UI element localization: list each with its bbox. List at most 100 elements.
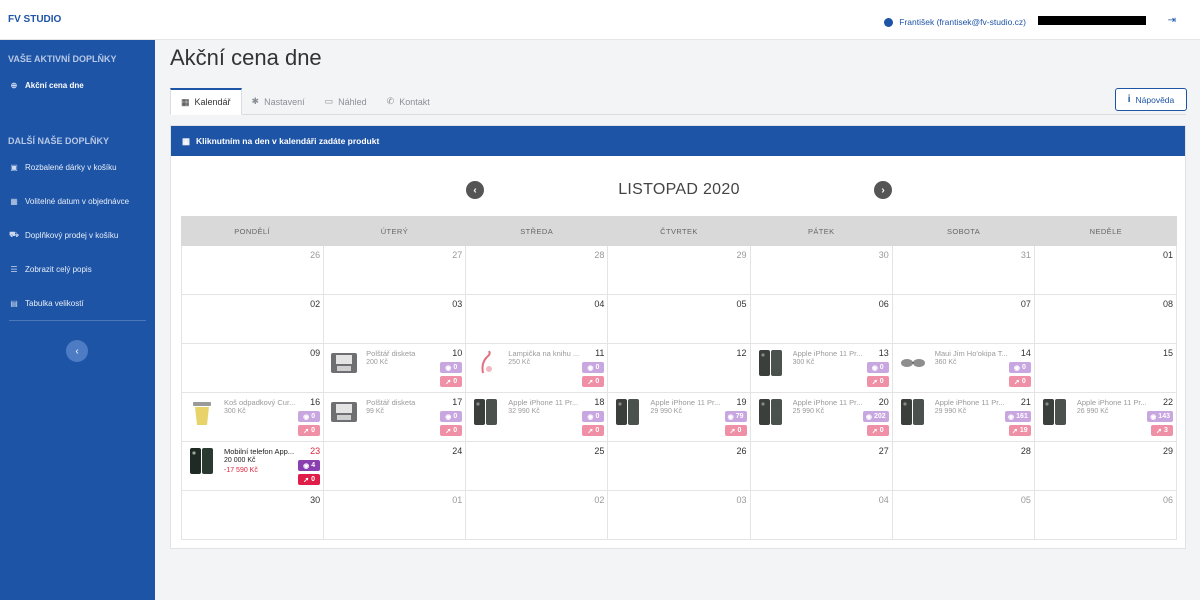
- clicks-badge: ➚ 0: [1008, 376, 1031, 387]
- product-price: 32 990 Kč: [508, 408, 540, 415]
- calendar-day-with-product[interactable]: 11 Lampička na knihu ... 250 Kč ◉ 0 ➚ 0: [466, 344, 609, 393]
- calendar-day-with-product[interactable]: 14 Maui Jim Ho'okipa T... 360 Kč ◉ 0 ➚ 0: [892, 344, 1035, 393]
- calendar-day[interactable]: 06: [750, 295, 893, 344]
- logout-icon[interactable]: ⇥: [1168, 15, 1176, 26]
- calendar-day[interactable]: 24: [324, 442, 467, 491]
- calendar-day[interactable]: 08: [1034, 295, 1177, 344]
- tab-kontakt[interactable]: ✆ Kontakt: [377, 88, 440, 115]
- calendar-day[interactable]: 29: [1034, 442, 1177, 491]
- day-number: 15: [1162, 348, 1173, 358]
- calendar-day-with-product[interactable]: 19 Apple iPhone 11 Pr... 29 990 Kč ◉ 79 ➚ 0: [608, 393, 751, 442]
- sidebar-item-date[interactable]: ▦ Volitelné datum v objednávce: [0, 184, 155, 218]
- views-count: 0: [595, 413, 600, 420]
- day-number: 01: [1162, 250, 1173, 260]
- next-month-button[interactable]: ›: [874, 181, 892, 199]
- views-badge: ◉ 4: [298, 460, 321, 471]
- product-thumbnail: [188, 398, 216, 426]
- day-number: 07: [1020, 299, 1031, 309]
- sidebar-collapse-button[interactable]: ‹: [66, 340, 88, 362]
- pointer-icon: ➚: [1012, 427, 1018, 435]
- calendar-day[interactable]: 30: [182, 491, 325, 540]
- calendar-day[interactable]: 01: [1034, 246, 1177, 295]
- product-thumbnail: [1041, 398, 1069, 426]
- eye-icon: ◉: [865, 413, 873, 421]
- calendar-day[interactable]: 27: [324, 246, 467, 295]
- tab-nastaveni[interactable]: ✱ Nastavení: [242, 88, 315, 115]
- pointer-icon: ➚: [1156, 427, 1162, 435]
- product-name: Apple iPhone 11 Pr...: [934, 398, 1005, 407]
- sidebar-item-description[interactable]: ☰ Zobrazit celý popis: [0, 252, 155, 286]
- calendar-day[interactable]: 28: [466, 246, 609, 295]
- user-menu[interactable]: František (frantisek@fv-studio.cz): [884, 17, 1026, 27]
- day-number: 29: [1162, 446, 1173, 456]
- calendar-day[interactable]: 12: [608, 344, 751, 393]
- sidebar-item-upsell[interactable]: ⛟ Doplňkový prodej v košíku: [0, 218, 155, 252]
- more-addons-heading: DALŠÍ NAŠE DOPLŇKY: [8, 136, 110, 146]
- product-price: 26 990 Kč: [1076, 408, 1109, 415]
- tab-nahled[interactable]: ▭ Náhled: [315, 88, 377, 115]
- product-price: 29 990 Kč: [934, 408, 967, 415]
- calendar-day[interactable]: 26: [608, 442, 751, 491]
- active-addons-heading: VAŠE AKTIVNÍ DOPLŇKY: [8, 54, 117, 64]
- calendar-day-with-product[interactable]: 10 Polštář disketa 200 Kč ◉ 0 ➚ 0: [324, 344, 467, 393]
- calendar-day[interactable]: 01: [324, 491, 467, 540]
- views-count: 79: [735, 413, 744, 420]
- calendar-day[interactable]: 03: [324, 295, 467, 344]
- calendar-day[interactable]: 26: [182, 246, 325, 295]
- calendar-day[interactable]: 28: [892, 442, 1035, 491]
- brand-logo[interactable]: FV STUDIO: [0, 0, 155, 40]
- calendar-day-with-product[interactable]: 17 Polštář disketa 99 Kč ◉ 0 ➚ 0: [324, 393, 467, 442]
- calendar-day[interactable]: 06: [1034, 491, 1177, 540]
- calendar-day-with-product[interactable]: 18 Apple iPhone 11 Pr... 32 990 Kč ◉ 0 ➚ 0: [466, 393, 609, 442]
- clicks-badge: ➚ 19: [1008, 425, 1031, 436]
- calendar-day-with-product[interactable]: 20 Apple iPhone 11 Pr... 25 990 Kč ◉ 202 ➚ 0: [750, 393, 893, 442]
- calendar-day[interactable]: 09: [182, 344, 325, 393]
- page-title: Akční cena dne: [170, 45, 322, 70]
- sidebar-item-label: Doplňkový prodej v košíku: [25, 230, 119, 240]
- calendar-day[interactable]: 07: [892, 295, 1035, 344]
- calendar-day[interactable]: 30: [750, 246, 893, 295]
- calendar-day[interactable]: 29: [608, 246, 751, 295]
- day-number: 22: [1162, 397, 1173, 407]
- calendar-day[interactable]: 04: [466, 295, 609, 344]
- views-badge: ◉ 202: [862, 411, 889, 422]
- calendar-day[interactable]: 02: [466, 491, 609, 540]
- calendar-day-with-product[interactable]: 22 Apple iPhone 11 Pr... 26 990 Kč ◉ 143 ➚ 3: [1034, 393, 1177, 442]
- calendar-day[interactable]: 05: [892, 491, 1035, 540]
- sidebar-item-gifts[interactable]: ▣ Rozbalené dárky v košíku: [0, 150, 155, 184]
- clicks-count: 0: [311, 427, 316, 434]
- calendar-day-with-product[interactable]: 23 Mobilní telefon App... 20 000 Kč -17 590…: [182, 442, 325, 491]
- help-button[interactable]: i Nápověda: [1115, 88, 1187, 111]
- calendar-day[interactable]: 25: [466, 442, 609, 491]
- clicks-count: 0: [595, 427, 600, 434]
- calendar-day[interactable]: 15: [1034, 344, 1177, 393]
- day-number: 09: [310, 348, 321, 358]
- calendar-day[interactable]: 03: [608, 491, 751, 540]
- calendar-day[interactable]: 04: [750, 491, 893, 540]
- pointer-icon: ➚: [871, 427, 878, 435]
- eye-icon: ◉: [1013, 364, 1020, 372]
- calendar-day-with-product[interactable]: 13 Apple iPhone 11 Pr... 300 Kč ◉ 0 ➚ 0: [750, 344, 893, 393]
- sidebar-divider: [9, 320, 146, 321]
- eye-icon: ◉: [727, 413, 734, 421]
- clicks-count: 0: [453, 427, 458, 434]
- calendar-icon: ▦: [181, 96, 190, 107]
- clicks-badge: ➚ 0: [866, 376, 889, 387]
- phone-icon: ✆: [386, 96, 395, 106]
- calendar-day[interactable]: 05: [608, 295, 751, 344]
- calendar-day[interactable]: 31: [892, 246, 1035, 295]
- sidebar-item-akcni-cena-dne[interactable]: ⊕ Akční cena dne: [0, 68, 155, 102]
- tab-kalendar[interactable]: ▦ Kalendář: [170, 88, 242, 115]
- eye-icon: ◉: [1150, 413, 1157, 421]
- day-number: 03: [736, 495, 747, 505]
- calendar-day[interactable]: 27: [750, 442, 893, 491]
- clicks-badge: ➚ 0: [440, 376, 463, 387]
- calendar-day-with-product[interactable]: 21 Apple iPhone 11 Pr... 29 990 Kč ◉ 161 ➚ 19: [892, 393, 1035, 442]
- product-thumbnail: [330, 349, 358, 377]
- table-icon: ▤: [10, 298, 18, 308]
- top-bar: František (frantisek@fv-studio.cz) ⇥: [155, 0, 1200, 40]
- clicks-count: 0: [453, 378, 458, 385]
- calendar-day[interactable]: 02: [182, 295, 325, 344]
- calendar-day-with-product[interactable]: 16 Koš odpadkový Cur... 300 Kč ◉ 0 ➚ 0: [182, 393, 325, 442]
- sidebar-item-size-table[interactable]: ▤ Tabulka velikostí: [0, 286, 155, 320]
